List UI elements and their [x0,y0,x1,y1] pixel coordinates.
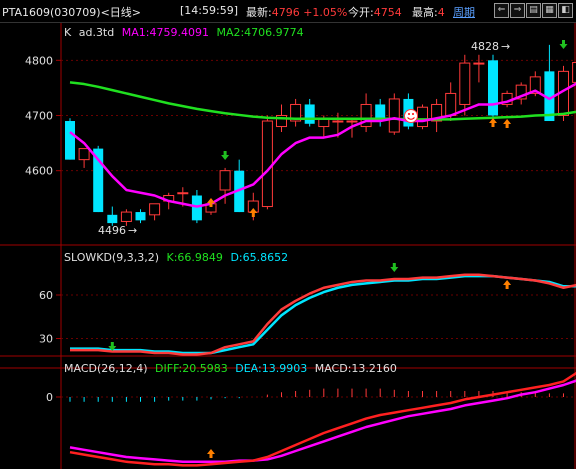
main-panel-title: K ad.3td MA1:4759.4091 MA2:4706.9774 [64,26,304,39]
stock-chart[interactable]: 4800 4700 4600 60 30 0 K ad.3td MA1:4759.4091… [0,23,576,469]
candle-body [459,62,471,105]
window-icon[interactable]: ◧ [558,3,573,18]
candle-body [261,120,273,208]
buy-arrow-icon [503,280,512,289]
candle-body [445,92,457,116]
ma2-line [69,81,576,121]
d-label: D:65.8652 [230,251,288,264]
low-arrow-icon: → [128,224,137,237]
grid-icon[interactable]: ▦ [542,3,557,18]
candle-body [191,195,202,221]
candle-body [388,98,400,133]
candle-body [219,170,231,191]
candle-body [149,203,161,216]
high-arrow-icon: → [501,40,510,53]
buy-arrow-icon [503,119,512,128]
macd-label: MACD:13.2160 [315,362,397,375]
dea-label: DEA:13.9903 [235,362,307,375]
y-tick-label: 4700 [25,109,53,122]
high-price: 最高:4 [412,6,445,19]
buy-arrow-icon [489,118,497,127]
candle-body [346,120,358,123]
open-price: 今开:4754 [348,6,402,19]
ma2-label: MA2:4706.9774 [216,26,303,39]
quote-time: [14:59:59] [180,4,238,17]
quote-header-bar: PTA1609(030709)<日线> [14:59:59] 最新:4796 +… [0,0,576,23]
y-axis-labels: 4800 4700 4600 60 30 0 [25,54,53,404]
price-change: +1.05% [303,6,348,19]
diff-line [69,371,576,467]
latest-price: 最新:4796 +1.05% [246,6,348,19]
period-label: <日线> [100,6,142,19]
candle-body [120,211,132,222]
y-tick-label: 30 [39,333,53,346]
candle-body [473,62,485,65]
candle-body [304,104,315,124]
ma1-line [69,82,576,208]
candle-body [107,214,118,224]
sell-arrow-icon [559,40,568,49]
candle-body [177,192,189,195]
candle-body [135,212,146,221]
scroll-left-icon[interactable]: ⇐ [494,3,509,18]
sell-arrow-icon [221,151,230,160]
contract-code[interactable]: PTA1609(030709)<日线> [2,4,141,20]
y-tick-label: 4800 [25,54,53,67]
smiley-icon [404,109,418,123]
y-tick-label: 4600 [25,165,53,178]
high-price-annotation: 4828 [471,40,499,53]
k-line [70,273,576,356]
ma1-label: MA1:4759.4091 [122,26,209,39]
scroll-right-icon[interactable]: ⇒ [510,3,525,18]
diff-label: DIFF:20.5983 [155,362,228,375]
candlestick-series [65,44,576,226]
kd-panel-title: SLOWKD(9,3,3,2) K:66.9849 D:65.8652 [64,251,288,264]
sell-arrow-icon [390,263,399,272]
macd-panel-title: MACD(26,12,4) DIFF:20.5983 DEA:13.9903 M… [64,362,397,375]
candle-body [488,60,498,116]
candle-body [78,148,90,161]
buy-arrow-icon [207,449,215,458]
low-price-annotation: 4496 [98,224,126,237]
y-tick-label: 0 [46,391,53,404]
candle-body [65,121,75,160]
k-label: K:66.9849 [167,251,223,264]
candle-body [332,120,344,123]
layout-icon[interactable]: ▤ [526,3,541,18]
y-tick-label: 60 [39,289,53,302]
indicator-lines [69,81,576,467]
candle-body [572,62,576,83]
period-link[interactable]: 周期 [453,4,475,20]
candle-body [417,106,428,128]
